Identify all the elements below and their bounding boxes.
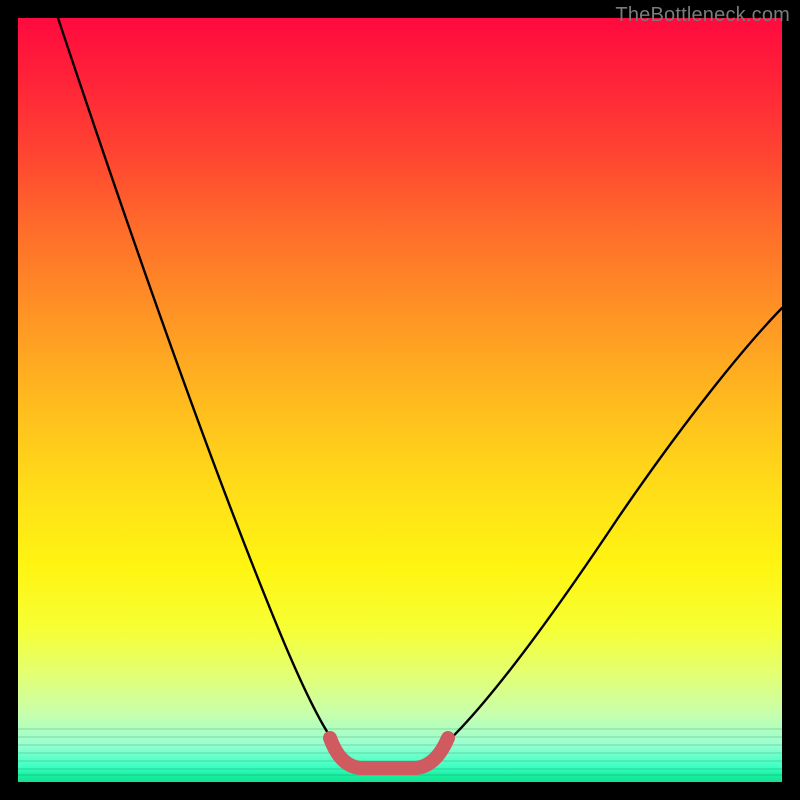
watermark-text: TheBottleneck.com	[615, 4, 790, 27]
chart-frame: TheBottleneck.com	[0, 0, 800, 800]
bottleneck-curve-right	[418, 308, 782, 766]
bottleneck-curve-left	[58, 18, 358, 766]
plot-area	[18, 18, 782, 782]
valley-highlight	[330, 738, 448, 768]
curve-svg	[18, 18, 782, 782]
